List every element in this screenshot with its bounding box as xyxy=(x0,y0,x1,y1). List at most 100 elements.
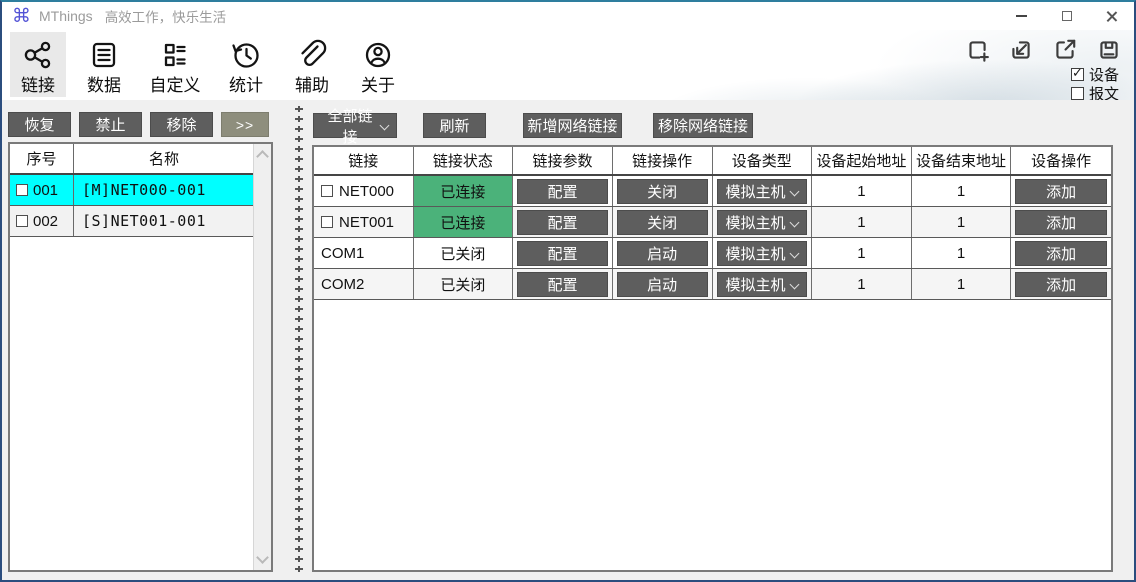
links-table-header: 链接 链接状态 链接参数 链接操作 设备类型 设备起始地址 设备结束地址 设备操… xyxy=(314,147,1111,176)
status-badge: 已关闭 xyxy=(414,238,514,268)
table-row[interactable]: 002 [S]NET001-001 xyxy=(10,206,254,237)
close-link-button[interactable]: 关闭 xyxy=(617,210,708,235)
col-start-address: 设备起始地址 xyxy=(812,147,912,174)
config-button[interactable]: 配置 xyxy=(517,272,608,297)
tab-links[interactable]: 链接 xyxy=(10,32,66,97)
main-content: 恢复 禁止 移除 >> 序号 名称 001 [M]NET000-001 xyxy=(2,100,1134,580)
device-type-dropdown[interactable]: 模拟主机 xyxy=(717,272,808,297)
device-type-dropdown[interactable]: 模拟主机 xyxy=(717,210,808,235)
display-options: 设备 报文 xyxy=(1071,65,1119,103)
layout-icon xyxy=(158,35,192,75)
link-name: COM1 xyxy=(321,245,364,262)
end-address: 1 xyxy=(912,238,1012,268)
new-file-icon xyxy=(964,37,990,63)
panel-splitter[interactable] xyxy=(294,104,304,576)
share-icon xyxy=(21,35,55,75)
vertical-scrollbar[interactable] xyxy=(253,144,271,570)
seq-header: 序号 xyxy=(10,144,74,173)
chevron-down-icon xyxy=(790,279,800,289)
app-title: MThings xyxy=(39,8,93,24)
tab-label: 数据 xyxy=(87,75,121,96)
tab-label: 关于 xyxy=(361,75,395,96)
tab-auxiliary[interactable]: 辅助 xyxy=(284,32,340,97)
row-checkbox[interactable] xyxy=(16,184,28,196)
status-badge: 已连接 xyxy=(414,176,514,206)
remove-network-link-button[interactable]: 移除网络链接 xyxy=(653,113,753,138)
maximize-button[interactable] xyxy=(1044,2,1089,30)
main-toolbar: 链接 数据 自定义 统计 xyxy=(2,30,1134,101)
row-name: [M]NET000-001 xyxy=(74,175,254,205)
config-button[interactable]: 配置 xyxy=(517,210,608,235)
start-link-button[interactable]: 启动 xyxy=(617,241,708,266)
new-file-button[interactable] xyxy=(963,36,991,64)
col-operation: 链接操作 xyxy=(613,147,713,174)
col-device-operation: 设备操作 xyxy=(1011,147,1111,174)
col-device-type: 设备类型 xyxy=(713,147,813,174)
row-seq: 001 xyxy=(33,182,58,199)
add-device-button[interactable]: 添加 xyxy=(1015,241,1107,266)
tab-label: 链接 xyxy=(21,75,55,96)
expand-button[interactable]: >> xyxy=(221,112,269,137)
table-row[interactable]: 001 [M]NET000-001 xyxy=(10,175,254,206)
config-button[interactable]: 配置 xyxy=(517,179,608,204)
table-row: NET000 已连接 配置 关闭 模拟主机 1 1 添加 xyxy=(314,176,1111,207)
device-type-label: 模拟主机 xyxy=(726,212,786,233)
export-icon xyxy=(1052,37,1078,63)
tab-about[interactable]: 关于 xyxy=(350,32,406,97)
chevron-down-icon xyxy=(380,121,390,131)
row-checkbox[interactable] xyxy=(321,216,333,228)
device-type-label: 模拟主机 xyxy=(726,243,786,264)
device-type-dropdown[interactable]: 模拟主机 xyxy=(717,241,808,266)
end-address: 1 xyxy=(912,176,1012,206)
scroll-down-icon[interactable] xyxy=(256,551,269,564)
status-badge: 已关闭 xyxy=(414,269,514,299)
name-header: 名称 xyxy=(74,144,254,173)
device-checkbox-label: 设备 xyxy=(1089,64,1119,85)
row-checkbox[interactable] xyxy=(321,185,333,197)
title-bar: MThings 高效工作，快乐生活 xyxy=(2,2,1134,30)
tab-label: 统计 xyxy=(229,75,263,96)
close-button[interactable] xyxy=(1089,2,1134,30)
start-link-button[interactable]: 启动 xyxy=(617,272,708,297)
save-button[interactable] xyxy=(1095,36,1123,64)
table-row: COM2 已关闭 配置 启动 模拟主机 1 1 添加 xyxy=(314,269,1111,300)
tab-custom[interactable]: 自定义 xyxy=(142,32,208,97)
maximize-icon xyxy=(1062,11,1072,21)
scroll-up-icon[interactable] xyxy=(256,150,269,163)
tab-statistics[interactable]: 统计 xyxy=(218,32,274,97)
tab-data[interactable]: 数据 xyxy=(76,32,132,97)
add-device-button[interactable]: 添加 xyxy=(1015,179,1107,204)
add-device-button[interactable]: 添加 xyxy=(1015,272,1107,297)
minimize-button[interactable] xyxy=(999,2,1044,30)
link-filter-dropdown[interactable]: 全部链接 xyxy=(313,113,397,138)
start-address: 1 xyxy=(812,238,912,268)
link-name: NET001 xyxy=(339,214,394,231)
message-checkbox[interactable] xyxy=(1071,87,1084,100)
start-address: 1 xyxy=(812,207,912,237)
status-badge: 已连接 xyxy=(414,207,514,237)
add-device-button[interactable]: 添加 xyxy=(1015,210,1107,235)
close-link-button[interactable]: 关闭 xyxy=(617,179,708,204)
close-icon xyxy=(1105,10,1118,23)
tab-label: 辅助 xyxy=(295,75,329,96)
app-window: MThings 高效工作，快乐生活 链接 数据 xyxy=(0,0,1136,582)
device-type-dropdown[interactable]: 模拟主机 xyxy=(717,179,808,204)
device-checkbox-row[interactable]: 设备 xyxy=(1071,65,1119,84)
remove-button[interactable]: 移除 xyxy=(150,112,213,137)
import-button[interactable] xyxy=(1007,36,1035,64)
add-network-link-button[interactable]: 新增网络链接 xyxy=(523,113,622,138)
device-checkbox[interactable] xyxy=(1071,68,1084,81)
config-button[interactable]: 配置 xyxy=(517,241,608,266)
export-button[interactable] xyxy=(1051,36,1079,64)
refresh-button[interactable]: 刷新 xyxy=(423,113,486,138)
table-row: COM1 已关闭 配置 启动 模拟主机 1 1 添加 xyxy=(314,238,1111,269)
minimize-icon xyxy=(1016,15,1027,17)
chevron-down-icon xyxy=(790,248,800,258)
row-name: [S]NET001-001 xyxy=(74,206,254,236)
document-icon xyxy=(87,35,121,75)
disable-button[interactable]: 禁止 xyxy=(79,112,142,137)
restore-button[interactable]: 恢复 xyxy=(8,112,71,137)
user-icon xyxy=(361,35,395,75)
table-row: NET001 已连接 配置 关闭 模拟主机 1 1 添加 xyxy=(314,207,1111,238)
row-checkbox[interactable] xyxy=(16,215,28,227)
